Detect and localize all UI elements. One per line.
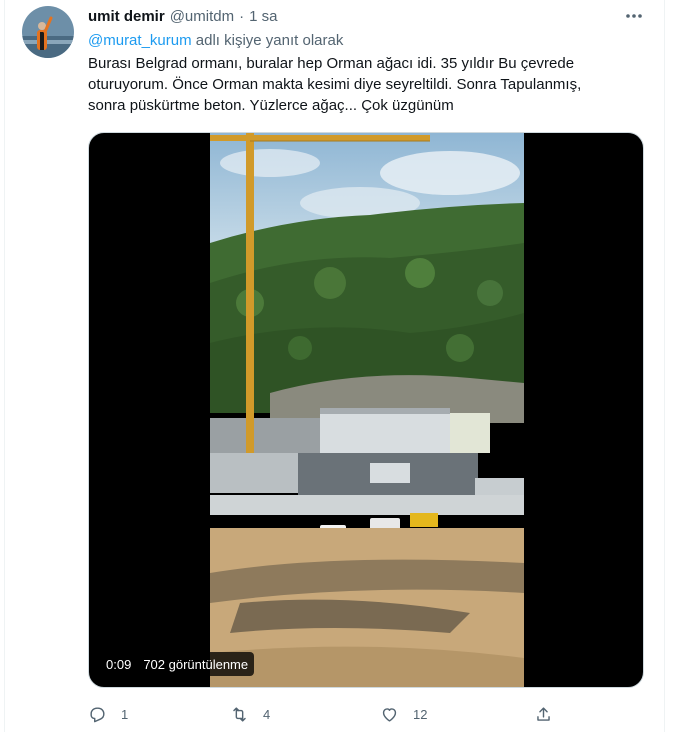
- timestamp[interactable]: 1 sa: [249, 8, 277, 25]
- tweet-container[interactable]: umit demir @umitdm · 1 sa @murat_kurum a…: [0, 0, 686, 732]
- reply-mention-link[interactable]: @murat_kurum: [88, 32, 192, 49]
- video-info-badge: 0:09 702 görüntülenme: [100, 652, 255, 676]
- retweet-icon: [233, 706, 246, 722]
- video-view-count: 702 görüntülenme: [143, 656, 249, 672]
- tweet-text: Burası Belgrad ormanı, buralar hep Orman…: [88, 53, 648, 116]
- column-divider-right: [664, 0, 665, 732]
- more-button[interactable]: [620, 4, 648, 28]
- column-divider-left: [4, 0, 5, 732]
- retweet-button[interactable]: 4: [230, 702, 270, 726]
- author-name[interactable]: umit demir: [88, 8, 165, 25]
- tweet-actions: 1 4 12: [88, 702, 558, 726]
- like-button[interactable]: 12: [380, 702, 427, 726]
- avatar-image: [22, 6, 74, 58]
- more-horizontal-icon: [626, 14, 642, 18]
- share-icon: [537, 706, 550, 721]
- reply-button[interactable]: 1: [88, 702, 128, 726]
- reply-context: @murat_kurum adlı kişiye yanıt olarak: [88, 32, 343, 49]
- retweet-count: 4: [263, 706, 271, 722]
- video-frame: [210, 133, 524, 687]
- share-button[interactable]: [534, 702, 553, 726]
- video-player[interactable]: [88, 132, 644, 688]
- video-duration: 0:09: [106, 656, 132, 672]
- tweet-text-line: oturuyorum. Önce Orman makta kesimi diye…: [88, 76, 582, 93]
- reply-count: 1: [121, 706, 129, 722]
- heart-icon: [382, 707, 397, 722]
- tweet-header: umit demir @umitdm · 1 sa: [88, 6, 277, 26]
- avatar[interactable]: [22, 6, 74, 58]
- author-handle[interactable]: @umitdm: [170, 8, 234, 25]
- tweet-text-line: Burası Belgrad ormanı, buralar hep Orman…: [88, 55, 575, 72]
- tweet-text-line: sonra püskürtme beton. Yüzlerce ağaç... …: [88, 97, 454, 114]
- like-count: 12: [413, 706, 428, 722]
- reply-icon: [90, 706, 105, 722]
- meta-separator: ·: [239, 7, 245, 25]
- reply-context-label: adlı kişiye yanıt olarak: [195, 32, 344, 49]
